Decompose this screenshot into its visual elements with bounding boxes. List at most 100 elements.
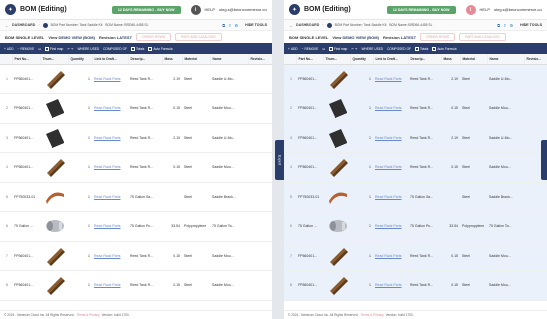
tab-order-rows[interactable]: ORDER ROWS <box>136 33 172 41</box>
filter-icon[interactable]: ⊟ <box>322 47 325 51</box>
table-row[interactable]: 7 FP560401... 1 Read Rack Parts Reed Tank R.… <box>0 241 272 271</box>
table-row[interactable]: 4 FP560401... 1 Read Rack Parts Reed Tank R.… <box>0 152 272 183</box>
help-menu[interactable]: HELP <box>205 7 215 12</box>
tank-part-icon[interactable] <box>325 214 350 238</box>
table-row[interactable]: 5 FP750033-01 1 Read Rack Parts 75 Gallon Sa… <box>284 182 547 212</box>
composed-of-button[interactable]: COMPOSED OF <box>387 47 411 51</box>
drawing-link[interactable]: Read Rack Parts <box>92 123 128 153</box>
plate-part-icon[interactable] <box>325 126 350 150</box>
plate-part-icon[interactable] <box>325 96 350 120</box>
bracket-part-icon[interactable] <box>42 155 68 179</box>
drawing-link[interactable]: Read Rack Parts <box>373 123 408 153</box>
share-icon[interactable]: ⇪ <box>228 23 231 28</box>
drawing-link[interactable]: Read Rack Parts <box>92 64 128 94</box>
table-row[interactable]: 6 75 Gallon ... 1 Read Rack Parts 75 Gallon … <box>284 211 547 242</box>
column-header[interactable]: Link to Draft... <box>373 54 409 65</box>
level-select[interactable]: BOM SINGLE LEVEL <box>289 35 328 40</box>
undo-redo-icon[interactable]: ↶ ↷ <box>351 47 357 51</box>
tab-order-rows[interactable]: ORDER ROWS <box>420 33 456 41</box>
view-select[interactable]: View DEMO VIEW (BOM) <box>332 35 379 40</box>
table-row[interactable]: 4 FP560401... 1 Read Rack Parts Reed Tank R.… <box>284 152 547 183</box>
info-icon[interactable]: i <box>465 4 476 15</box>
column-header[interactable]: Quantity <box>68 54 93 65</box>
back-arrow-icon[interactable]: ← <box>5 23 9 28</box>
breadcrumb-dashboard[interactable]: DASHBOARD <box>12 23 35 27</box>
table-row[interactable]: 2 FP560401... 1 Read Rack Parts Reed Tank R.… <box>284 93 547 124</box>
strap-part-icon[interactable] <box>325 185 350 209</box>
drawing-link[interactable]: Read Rack Parts <box>92 152 128 183</box>
bracket-part-icon[interactable] <box>42 273 68 297</box>
settings-icon[interactable]: ⚙ <box>510 23 514 28</box>
add-button[interactable]: + ADD <box>288 47 298 51</box>
view-select[interactable]: View DEMO VIEW (BOM) <box>48 35 95 40</box>
share-icon[interactable]: ⇪ <box>503 23 506 28</box>
drawing-link[interactable]: Read Rack Parts <box>92 270 128 301</box>
hide-tools-button[interactable]: HIDE TOOLS <box>520 23 542 27</box>
drawing-link[interactable]: Read Rack Parts <box>373 211 408 242</box>
column-header[interactable]: Thum... <box>40 54 69 65</box>
where-used-button[interactable]: WHERE USED <box>78 47 100 51</box>
column-header[interactable]: Mass <box>162 54 183 65</box>
column-header[interactable]: Revisio... <box>248 54 272 65</box>
revision-select[interactable]: Revision LATEST <box>99 35 132 40</box>
column-header[interactable]: Part Nu... <box>296 54 324 65</box>
column-header[interactable]: Link to Draft... <box>92 54 129 65</box>
table-row[interactable]: 1 FP560401... 1 Read Rack Parts Reed Tank R.… <box>284 64 547 94</box>
buy-now-button[interactable]: 12 DAYS REMAINING - BUY NOW <box>386 5 456 14</box>
copy-icon[interactable]: ⧉ <box>222 23 225 28</box>
table-row[interactable]: 8 FP560401... 1 Read Rack Parts Reed Tank R.… <box>0 270 272 301</box>
revision-select[interactable]: Revision LATEST <box>383 35 416 40</box>
tank-part-icon[interactable] <box>42 214 68 238</box>
column-header[interactable]: Descrip... <box>128 54 163 65</box>
table-row[interactable]: 6 75 Gallon ... 1 Read Rack Parts 75 Gallon … <box>0 211 272 242</box>
column-header[interactable]: Revisio... <box>524 54 547 65</box>
where-used-button[interactable]: WHERE USED <box>362 47 384 51</box>
column-header[interactable] <box>0 54 13 65</box>
drawing-link[interactable]: Read Rack Parts <box>92 211 128 242</box>
undo-redo-icon[interactable]: ↶ ↷ <box>67 47 73 51</box>
hide-tools-button[interactable]: HIDE TOOLS <box>245 23 267 27</box>
totals-toggle[interactable]: Totals <box>131 46 144 51</box>
table-row[interactable]: 8 FP560401... 1 Read Rack Parts Reed Tank R.… <box>284 270 547 301</box>
filter-icon[interactable]: ⊟ <box>38 47 41 51</box>
totals-toggle[interactable]: Totals <box>415 46 428 51</box>
table-row[interactable]: 1 FP560401... 1 Read Rack Parts Reed Tank R.… <box>0 64 272 94</box>
back-arrow-icon[interactable]: ← <box>289 23 293 28</box>
auto-formula-toggle[interactable]: Auto Formula <box>148 46 173 51</box>
drawing-link[interactable]: Read Rack Parts <box>92 182 128 212</box>
find-map-toggle[interactable]: Find map <box>44 46 63 51</box>
drawing-link[interactable]: Read Rack Parts <box>373 93 408 124</box>
help-menu[interactable]: HELP <box>480 7 490 12</box>
table-row[interactable]: 2 FP560401... 1 Read Rack Parts Reed Tank R.… <box>0 93 272 124</box>
drawing-link[interactable]: Read Rack Parts <box>373 241 408 271</box>
strap-part-icon[interactable] <box>42 185 68 209</box>
level-select[interactable]: BOM SINGLE LEVEL <box>5 35 44 40</box>
bracket-part-icon[interactable] <box>42 67 68 91</box>
bracket-part-icon[interactable] <box>325 67 350 91</box>
drawing-link[interactable]: Read Rack Parts <box>373 182 408 212</box>
bracket-part-icon[interactable] <box>325 273 350 297</box>
buy-now-button[interactable]: 12 DAYS REMAINING - BUY NOW <box>111 5 181 14</box>
bracket-part-icon[interactable] <box>325 244 350 268</box>
drawing-link[interactable]: Read Rack Parts <box>373 64 408 94</box>
column-header[interactable]: Part Nu... <box>12 54 41 65</box>
column-header[interactable]: Mass <box>441 54 461 65</box>
tab-part-catalogs[interactable]: PART AND CATALOGS <box>175 33 222 41</box>
breadcrumb-dashboard[interactable]: DASHBOARD <box>296 23 319 27</box>
composed-of-button[interactable]: COMPOSED OF <box>103 47 127 51</box>
drawing-link[interactable]: Read Rack Parts <box>373 152 408 183</box>
info-icon[interactable]: i <box>190 4 201 15</box>
drawing-link[interactable]: Read Rack Parts <box>373 270 408 301</box>
user-menu[interactable]: oleg.s@beoncommerce.com <box>494 7 542 12</box>
remove-button[interactable]: − REMOVE <box>302 47 319 51</box>
column-header[interactable]: Name <box>487 54 525 65</box>
app-logo[interactable]: ✦ <box>289 4 300 15</box>
footer-links[interactable]: Terms & Privacy <box>77 313 100 317</box>
side-panel-tab[interactable] <box>541 140 547 180</box>
drawing-link[interactable]: Read Rack Parts <box>92 241 128 271</box>
app-logo[interactable]: ✦ <box>5 4 16 15</box>
user-menu[interactable]: oleg.s@beoncommerce.com <box>219 7 267 12</box>
expert-tab[interactable]: Expert <box>275 140 284 180</box>
column-header[interactable] <box>284 54 297 65</box>
table-row[interactable]: 3 FP560401... 1 Read Rack Parts Reed Tank R.… <box>0 123 272 153</box>
